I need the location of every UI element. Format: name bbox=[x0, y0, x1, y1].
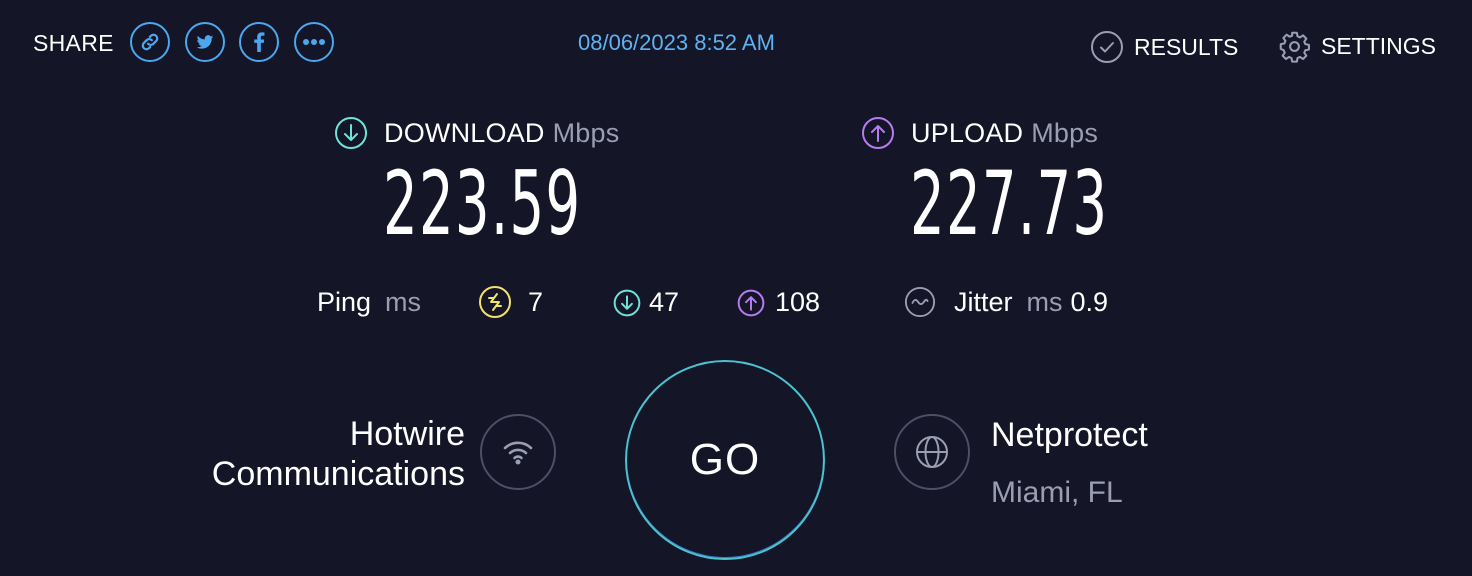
server-location: Miami, FL bbox=[991, 476, 1123, 509]
isp-name-line1: Hotwire bbox=[349, 415, 465, 453]
share-twitter-button[interactable] bbox=[185, 22, 225, 62]
settings-label: SETTINGS bbox=[1321, 33, 1437, 59]
upload-value: 227.73 bbox=[910, 152, 1109, 255]
more-icon bbox=[303, 39, 325, 45]
upload-label: UPLOAD bbox=[911, 117, 1024, 148]
download-header: DOWNLOAD Mbps bbox=[334, 116, 619, 150]
download-label: DOWNLOAD bbox=[384, 117, 545, 148]
results-label: RESULTS bbox=[1134, 33, 1239, 60]
jitter-value: 0.9 bbox=[1070, 286, 1109, 317]
globe-icon bbox=[916, 436, 948, 468]
wifi-icon bbox=[503, 441, 533, 465]
server-name[interactable]: Netprotect bbox=[991, 416, 1148, 455]
isp-name[interactable]: Hotwire Communications bbox=[212, 414, 465, 494]
link-icon bbox=[141, 33, 159, 51]
ping-label: Ping bbox=[317, 287, 372, 317]
connection-icon-button[interactable] bbox=[480, 414, 556, 490]
server-globe-button[interactable] bbox=[894, 414, 970, 490]
jitter-wave-icon bbox=[904, 286, 936, 318]
ping-upload[interactable]: 108 bbox=[737, 287, 820, 318]
download-arrow-icon bbox=[335, 117, 367, 149]
download-arrow-icon bbox=[613, 289, 641, 316]
results-button[interactable]: RESULTS bbox=[1090, 30, 1238, 64]
upload-unit: Mbps bbox=[1031, 117, 1099, 148]
upload-arrow-icon bbox=[862, 117, 894, 149]
upload-arrow-icon bbox=[737, 289, 765, 316]
gear-icon bbox=[1279, 31, 1310, 63]
ping-upload-value: 108 bbox=[775, 287, 821, 317]
settings-button[interactable]: SETTINGS bbox=[1278, 30, 1436, 63]
ping-unit: ms bbox=[385, 287, 422, 317]
share-more-button[interactable] bbox=[294, 22, 334, 62]
ping-download-value: 47 bbox=[649, 287, 680, 317]
ping-idle[interactable]: 7 bbox=[478, 285, 543, 319]
jitter[interactable]: Jitter ms 0.9 bbox=[904, 286, 1108, 318]
twitter-icon bbox=[196, 35, 214, 49]
ping-label-group: Ping ms bbox=[317, 287, 421, 318]
upload-header: UPLOAD Mbps bbox=[861, 116, 1098, 150]
share-facebook-button[interactable] bbox=[239, 22, 279, 62]
ping-idle-value: 7 bbox=[528, 286, 544, 317]
test-timestamp: 08/06/2023 8:52 AM bbox=[578, 30, 775, 55]
ping-idle-icon bbox=[479, 286, 511, 318]
go-label: GO bbox=[689, 435, 761, 484]
isp-name-line2: Communications bbox=[211, 455, 465, 493]
checkmark-circle-icon bbox=[1091, 31, 1123, 63]
go-button[interactable]: GO bbox=[625, 360, 825, 560]
share-link-button[interactable] bbox=[130, 22, 170, 62]
share-label: SHARE bbox=[33, 30, 114, 56]
jitter-label: Jitter bbox=[954, 286, 1013, 317]
download-unit: Mbps bbox=[552, 117, 620, 148]
ping-download[interactable]: 47 bbox=[613, 287, 679, 318]
jitter-unit: ms bbox=[1026, 286, 1063, 317]
download-value: 223.59 bbox=[383, 152, 582, 255]
facebook-icon bbox=[254, 32, 265, 52]
